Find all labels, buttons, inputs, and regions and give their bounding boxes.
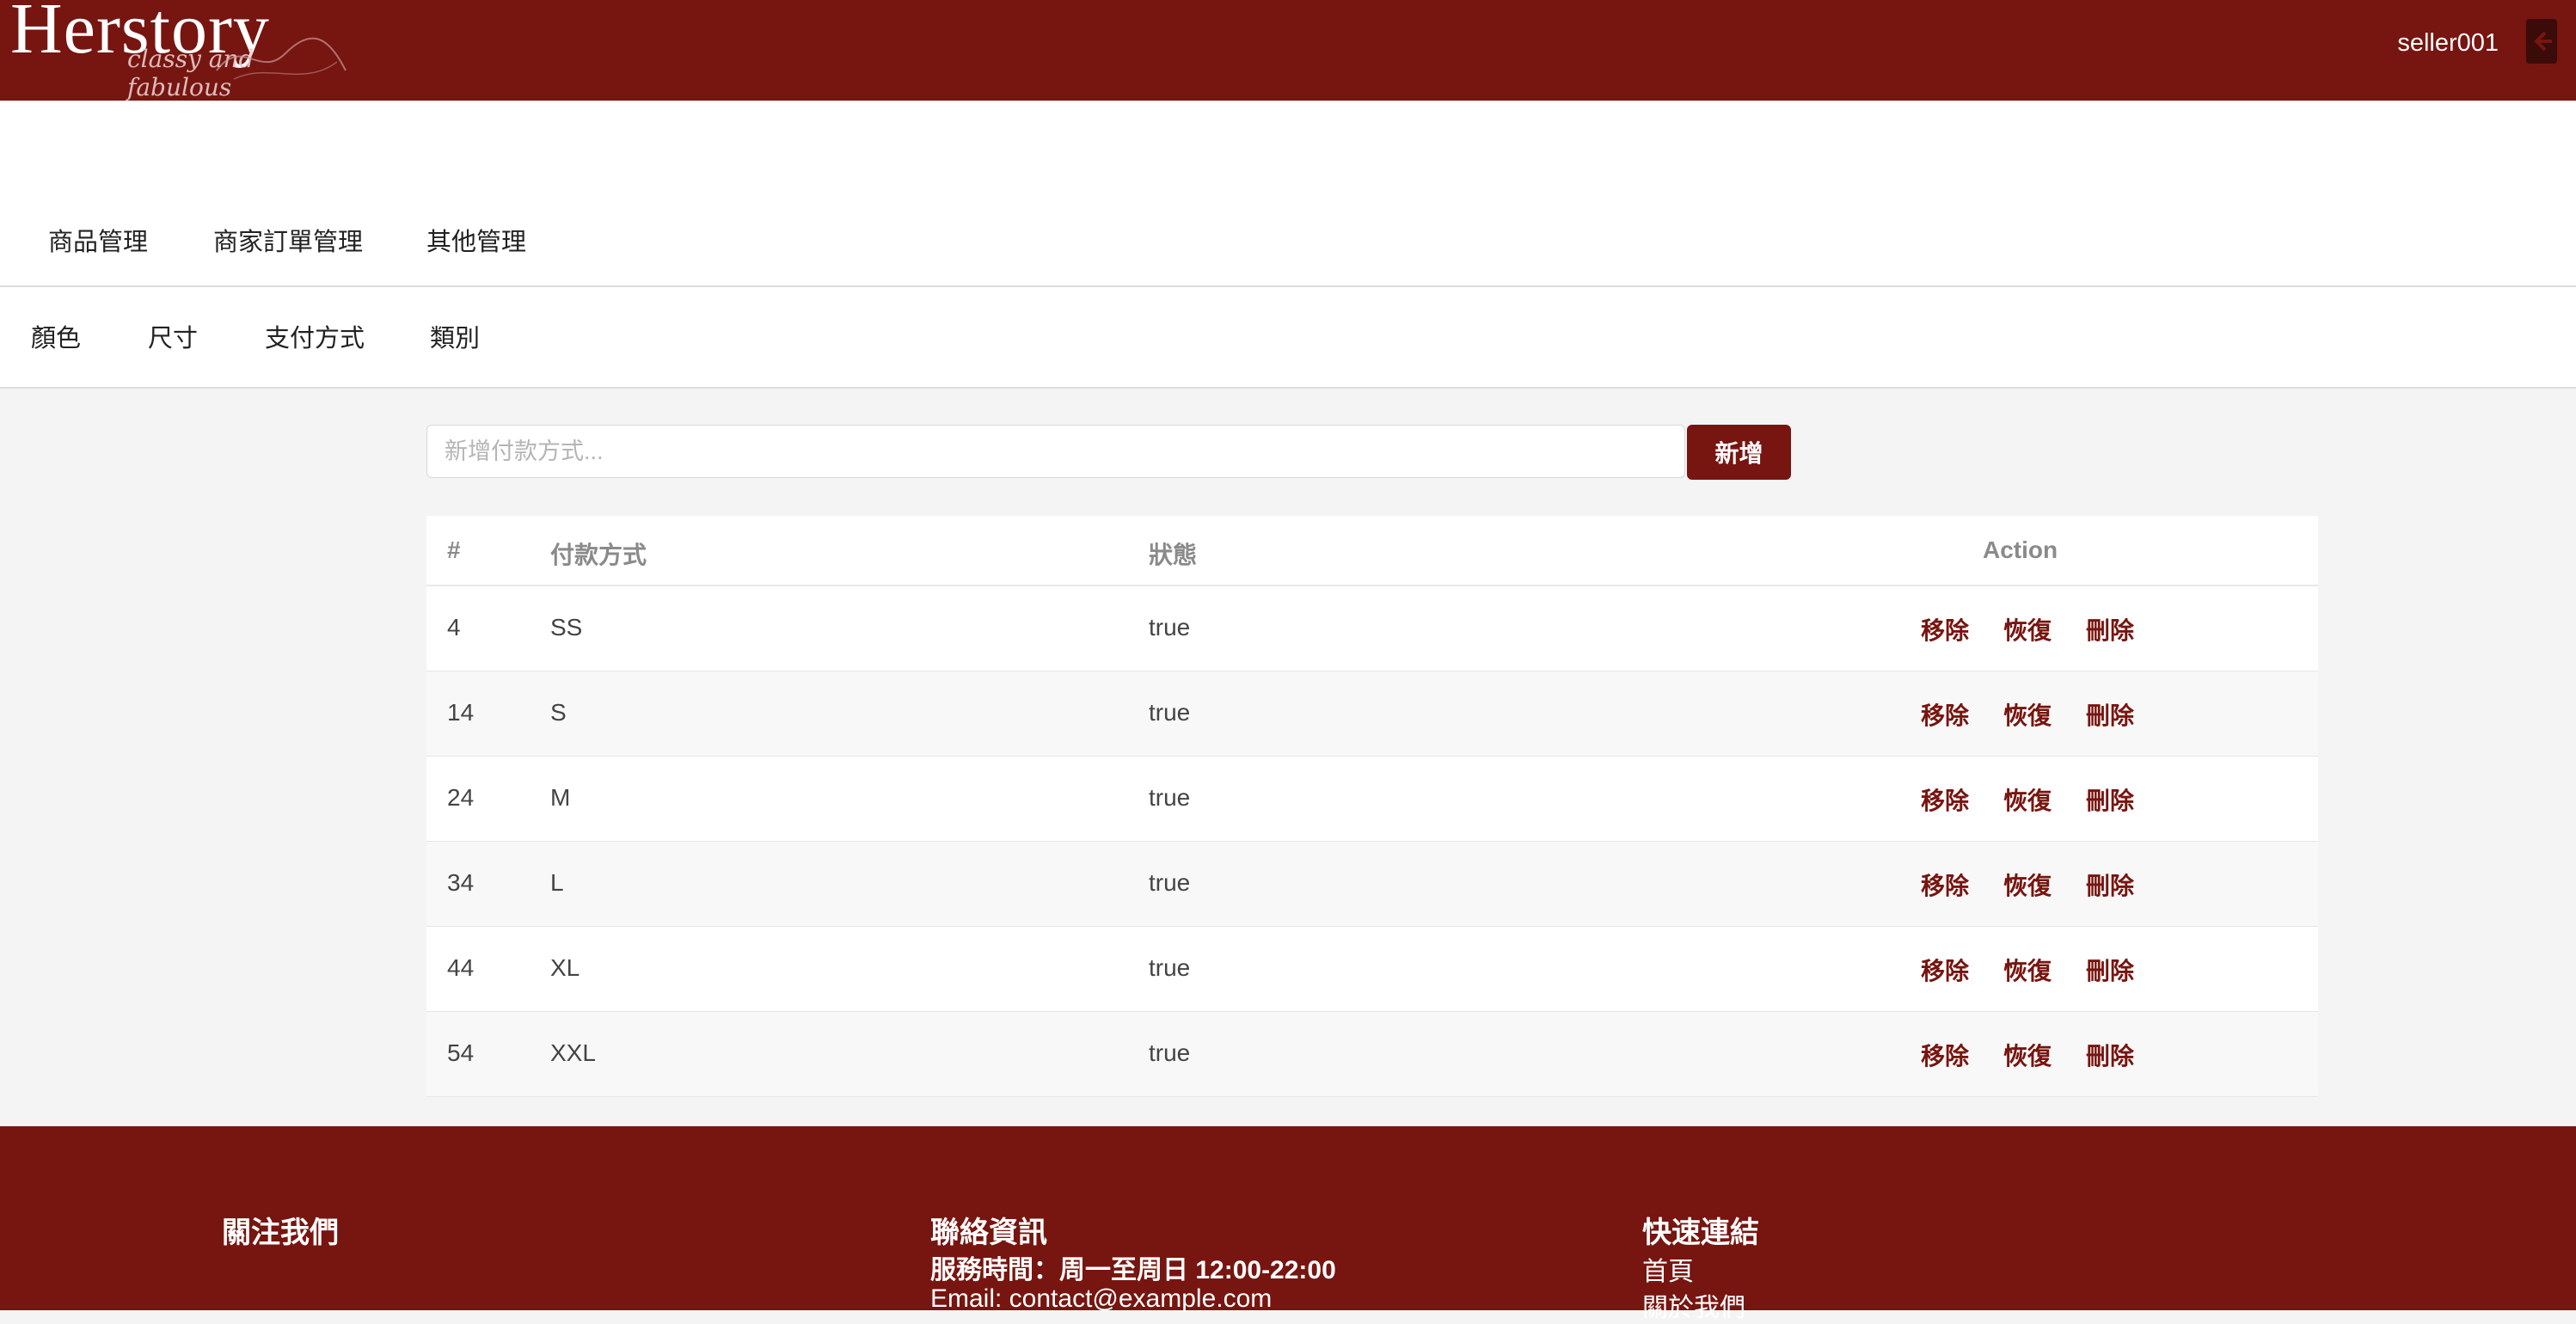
cell-status: true bbox=[1149, 954, 1191, 981]
cell-status: true bbox=[1149, 784, 1191, 811]
cell-payment-method: M bbox=[550, 784, 571, 811]
sub-nav-payment[interactable]: 支付方式 bbox=[265, 318, 365, 354]
cell-id: 24 bbox=[447, 784, 475, 811]
footer-contact-title: 聯絡資訊 bbox=[930, 1217, 1047, 1249]
logo-signature-icon bbox=[216, 37, 347, 80]
column-header-action: Action bbox=[1983, 536, 2058, 563]
remove-button[interactable]: 移除 bbox=[1921, 697, 1969, 732]
sub-nav: 顏色 尺寸 支付方式 類別 bbox=[0, 287, 2576, 389]
remove-button[interactable]: 移除 bbox=[1921, 612, 1969, 647]
remove-button[interactable]: 移除 bbox=[1921, 782, 1969, 817]
delete-button[interactable]: 刪除 bbox=[2086, 867, 2134, 902]
footer-email[interactable]: Email: contact@example.com bbox=[930, 1284, 1272, 1314]
sub-nav-size[interactable]: 尺寸 bbox=[148, 318, 198, 354]
add-button[interactable]: 新增 bbox=[1687, 425, 1791, 480]
cell-payment-method: XXL bbox=[550, 1039, 596, 1066]
restore-button[interactable]: 恢復 bbox=[2003, 697, 2052, 732]
username[interactable]: seller001 bbox=[2397, 29, 2499, 58]
cell-payment-method: L bbox=[550, 869, 564, 896]
table-row: 4 SS true 移除 恢復 刪除 bbox=[426, 586, 2318, 671]
remove-button[interactable]: 移除 bbox=[1921, 953, 1969, 987]
delete-button[interactable]: 刪除 bbox=[2086, 782, 2134, 817]
sub-nav-color[interactable]: 顏色 bbox=[31, 318, 81, 354]
table-row: 44 XL true 移除 恢復 刪除 bbox=[426, 927, 2318, 1012]
restore-button[interactable]: 恢復 bbox=[2003, 612, 2052, 647]
cell-status: true bbox=[1149, 1039, 1191, 1066]
main-nav: 商品管理 商家訂單管理 其他管理 bbox=[0, 206, 2576, 287]
restore-button[interactable]: 恢復 bbox=[2003, 1038, 2052, 1072]
cell-id: 14 bbox=[447, 699, 475, 726]
cell-payment-method: SS bbox=[550, 614, 583, 641]
cell-status: true bbox=[1149, 869, 1191, 896]
footer-follow-title: 關注我們 bbox=[222, 1217, 339, 1249]
cell-status: true bbox=[1149, 699, 1191, 726]
cell-payment-method: XL bbox=[550, 954, 580, 981]
payment-table: # 付款方式 狀態 Action 4 SS true 移除 恢復 刪除 14 Strue 移除恢… bbox=[426, 516, 2318, 1097]
restore-button[interactable]: 恢復 bbox=[2003, 867, 2052, 902]
table-header: # 付款方式 狀態 Action bbox=[426, 516, 2318, 586]
main-nav-other[interactable]: 其他管理 bbox=[426, 222, 526, 258]
table-row: 34 Ltrue 移除 恢復 刪除 bbox=[426, 842, 2318, 927]
table-row: 54 XXL true 移除 恢復 刪除 bbox=[426, 1012, 2318, 1097]
logo[interactable]: Herstory classy and fabulous bbox=[10, 0, 354, 101]
table-row: 24 Mtrue 移除 恢復 刪除 bbox=[426, 757, 2318, 842]
column-header-id: # bbox=[447, 536, 461, 563]
footer-link-about[interactable]: 關於我們 bbox=[1642, 1286, 1745, 1324]
table-row: 14 Strue 移除 恢復 刪除 bbox=[426, 671, 2318, 757]
delete-button[interactable]: 刪除 bbox=[2086, 953, 2134, 987]
column-header-status: 狀態 bbox=[1149, 542, 1198, 568]
cell-status: true bbox=[1149, 614, 1191, 641]
logout-icon bbox=[2534, 31, 2552, 52]
footer: 關注我們 聯絡資訊 服務時間：周一至周日 12:00-22:00 Email: … bbox=[0, 1126, 2576, 1322]
footer-links-title: 快速連結 bbox=[1642, 1217, 1759, 1249]
cell-payment-method: S bbox=[550, 699, 567, 726]
logout-button[interactable] bbox=[2526, 19, 2557, 64]
main-nav-seller-orders[interactable]: 商家訂單管理 bbox=[213, 222, 363, 258]
delete-button[interactable]: 刪除 bbox=[2086, 1038, 2134, 1072]
delete-button[interactable]: 刪除 bbox=[2086, 697, 2134, 732]
footer-link-home[interactable]: 首頁 bbox=[1642, 1250, 1694, 1288]
restore-button[interactable]: 恢復 bbox=[2003, 782, 2052, 817]
delete-button[interactable]: 刪除 bbox=[2086, 612, 2134, 647]
payment-method-input[interactable] bbox=[426, 425, 1685, 478]
remove-button[interactable]: 移除 bbox=[1921, 1038, 1969, 1072]
cell-id: 54 bbox=[447, 1039, 475, 1066]
remove-button[interactable]: 移除 bbox=[1921, 867, 1969, 902]
cell-id: 34 bbox=[447, 869, 475, 896]
cell-id: 44 bbox=[447, 954, 475, 981]
column-header-name: 付款方式 bbox=[550, 542, 647, 568]
top-header: Herstory classy and fabulous seller001 bbox=[0, 0, 2576, 101]
restore-button[interactable]: 恢復 bbox=[2003, 953, 2052, 987]
main-nav-products[interactable]: 商品管理 bbox=[48, 222, 148, 258]
cell-id: 4 bbox=[447, 614, 461, 641]
footer-hours: 服務時間：周一至周日 12:00-22:00 bbox=[930, 1256, 1336, 1284]
sub-nav-category[interactable]: 類別 bbox=[430, 318, 480, 354]
